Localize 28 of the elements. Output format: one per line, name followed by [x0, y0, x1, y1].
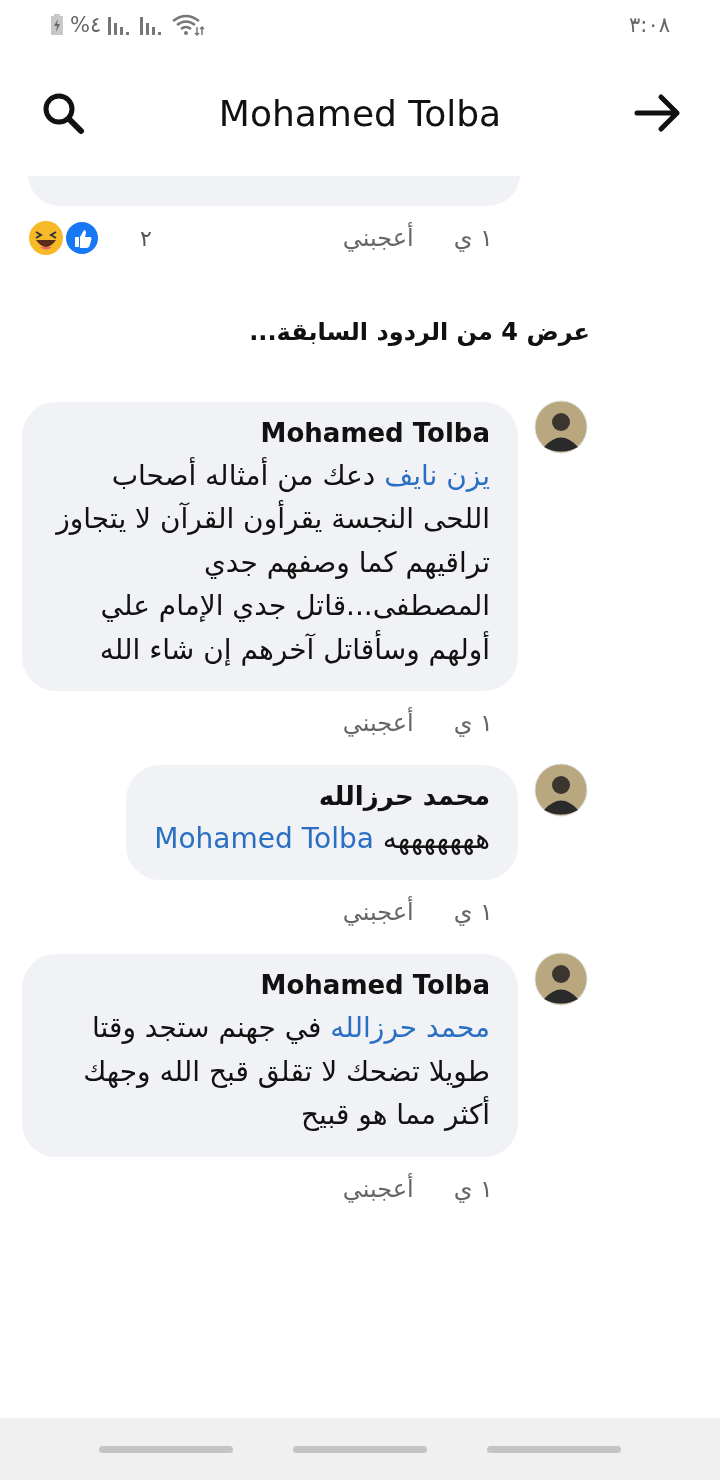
like-link[interactable]: أعجبني [342, 224, 414, 252]
comment-text: يزن نايف دعك من أمثاله أصحاب اللحى النجسة يقرأون القرآن لا يتجاوز تراقيهم كما وصفهم جدي المصطفى...قاتل جدي الإمام علي أولهم وسأقاتل آخرهم إن شاء الله [54, 456, 490, 668]
like-link[interactable]: أعجبني [342, 708, 414, 737]
battery-icon [50, 14, 64, 36]
battery-level: %٤ [70, 13, 102, 37]
avatar[interactable] [534, 400, 588, 454]
load-more-link[interactable]: عرض 4 من الردود السابقة... [0, 256, 720, 346]
page-title: Mohamed Tolba [218, 92, 502, 134]
forward-arrow-icon[interactable] [634, 93, 682, 133]
like-link[interactable]: أعجبني [342, 898, 414, 927]
comment-author[interactable]: Mohamed Tolba [260, 970, 490, 1001]
comment-author[interactable]: محمد حرزالله [318, 780, 490, 811]
avatar[interactable] [534, 762, 588, 817]
mention-link[interactable]: Mohamed Tolba [154, 821, 374, 855]
comment-time: ١ ي [453, 898, 493, 927]
wifi-icon [171, 14, 206, 36]
reaction-count: ٢ [140, 225, 152, 251]
mention-link[interactable]: محمد حرزالله [330, 1011, 490, 1045]
clock-time: ٣:٠٨ [629, 13, 670, 37]
comment-time: ١ ي [453, 708, 493, 737]
comment-time: ١ ي [453, 224, 493, 252]
comment-time: ١ ي [453, 1174, 493, 1203]
comment-text: محمد حرزالله في جهنم ستجد وقتا طويلا تضحك لا تقلق قبح الله وجهك أكثر مما هو قبيح [82, 1010, 490, 1134]
mention-link[interactable]: يزن نايف [384, 459, 490, 492]
reaction-icons [28, 220, 100, 256]
comment-author[interactable]: Mohamed Tolba [260, 418, 490, 448]
avatar[interactable] [534, 952, 588, 1007]
like-link[interactable]: أعجبني [342, 1174, 414, 1203]
